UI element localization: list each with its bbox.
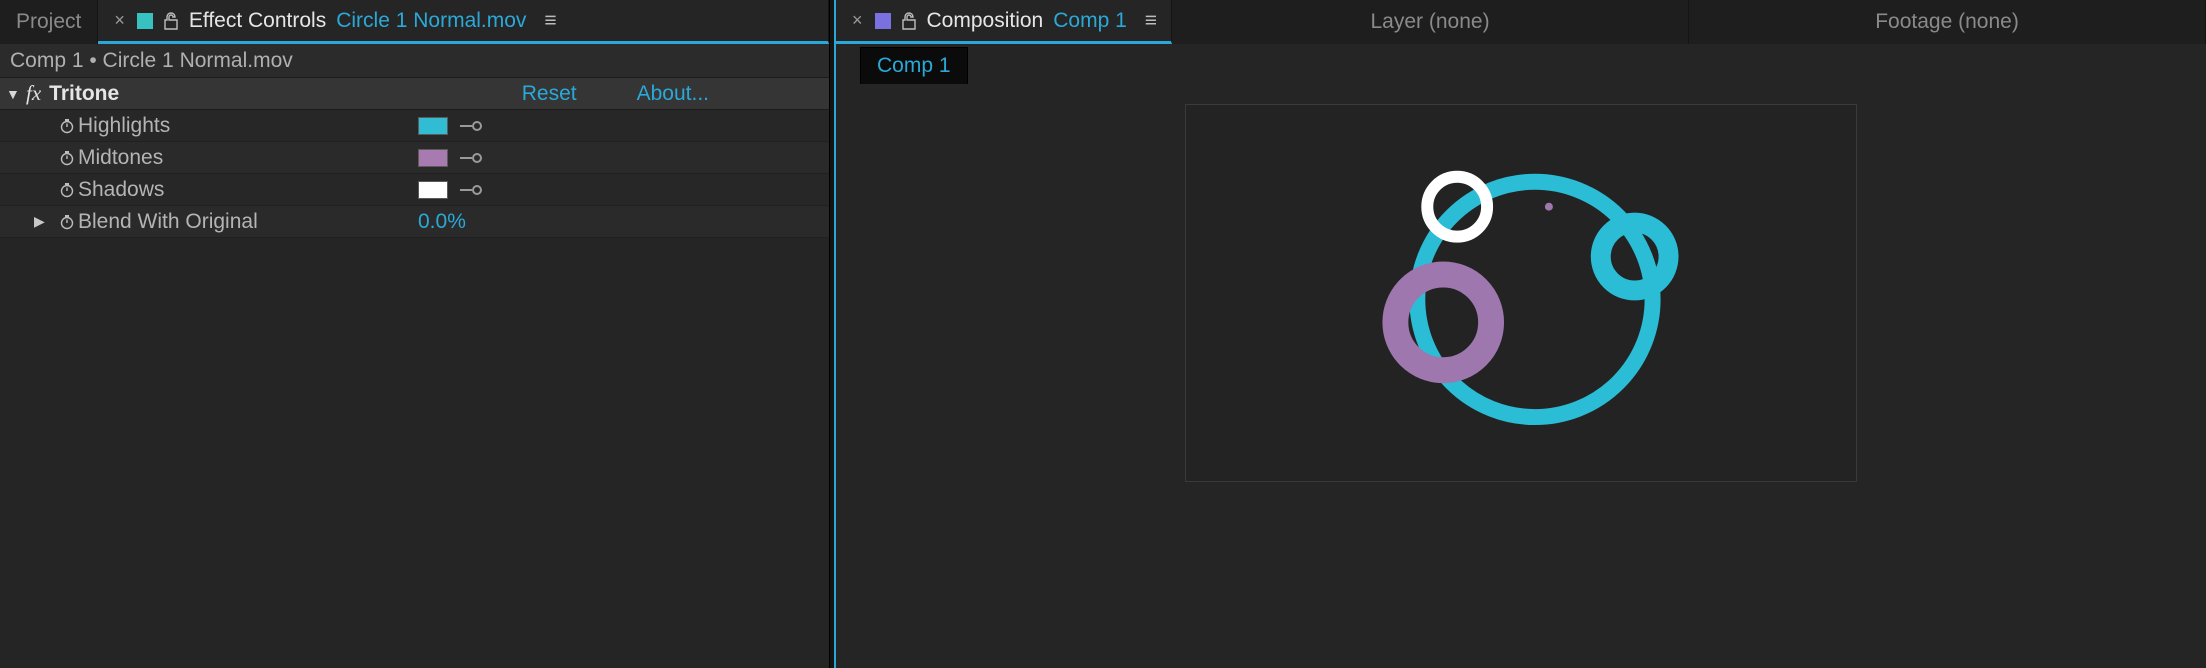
tab-footage[interactable]: Footage (none) [1689,0,2206,44]
prop-label: Midtones [78,146,418,170]
composition-artwork [1186,105,1856,482]
stopwatch-icon[interactable] [56,182,78,198]
panel-menu-icon[interactable]: ≡ [1145,9,1155,33]
unlock-icon[interactable] [163,12,179,30]
eyedropper-icon[interactable] [458,180,484,200]
prop-label: Blend With Original [78,210,418,234]
breadcrumb: Comp 1 • Circle 1 Normal.mov [0,44,829,78]
effect-name: Tritone [49,82,119,106]
disclosure-triangle-icon[interactable]: ▶ [34,213,56,230]
tab-effect-prefix: Effect Controls [189,9,326,33]
prop-midtones: Midtones [0,142,829,174]
panel-menu-icon[interactable]: ≡ [544,9,554,33]
prop-shadows: Shadows [0,174,829,206]
prop-highlights: Highlights [0,110,829,142]
close-icon[interactable]: × [852,10,863,31]
composition-canvas[interactable] [1185,104,1857,482]
tab-layer[interactable]: Layer (none) [1172,0,1689,44]
composition-panel: × Composition Comp 1 ≡ Layer (none) Foot… [834,0,2206,668]
prop-label: Shadows [78,178,418,202]
comp-flowchart-tabs: Comp 1 [836,44,2206,84]
comp-chip[interactable]: Comp 1 [860,47,968,84]
stopwatch-icon[interactable] [56,214,78,230]
stopwatch-icon[interactable] [56,118,78,134]
breadcrumb-text: Comp 1 • Circle 1 Normal.mov [10,49,293,73]
composition-viewer[interactable] [836,84,2206,668]
close-icon[interactable]: × [114,10,125,31]
layer-color-swatch [137,13,153,29]
left-tabbar: Project × Effect Controls Circle 1 Norma… [0,0,829,44]
purple-ring [1395,274,1491,370]
comp-chip-label: Comp 1 [877,54,951,77]
stopwatch-icon[interactable] [56,150,78,166]
fx-icon[interactable]: fx [26,81,41,106]
right-tabbar: × Composition Comp 1 ≡ Layer (none) Foot… [836,0,2206,44]
eyedropper-icon[interactable] [458,148,484,168]
tab-effect-controls[interactable]: × Effect Controls Circle 1 Normal.mov ≡ [98,0,829,44]
purple-dot [1545,203,1553,211]
effect-controls-panel: Project × Effect Controls Circle 1 Norma… [0,0,830,668]
eyedropper-icon[interactable] [458,116,484,136]
tab-layer-label: Layer (none) [1371,10,1490,34]
color-swatch-highlights[interactable] [418,117,448,135]
tab-footage-label: Footage (none) [1875,10,2019,34]
about-button[interactable]: About... [637,82,709,106]
tab-project[interactable]: Project [0,0,98,44]
tab-project-label: Project [16,10,81,34]
effect-controls-body [0,238,829,668]
tab-composition[interactable]: × Composition Comp 1 ≡ [836,0,1172,44]
disclosure-triangle-icon[interactable]: ▼ [6,86,24,102]
effect-header[interactable]: ▼ fx Tritone Reset About... [0,78,829,110]
prop-label: Highlights [78,114,418,138]
color-swatch-midtones[interactable] [418,149,448,167]
tab-comp-name: Comp 1 [1053,9,1127,33]
comp-color-swatch [875,13,891,29]
tab-effect-file: Circle 1 Normal.mov [336,9,526,33]
tab-comp-prefix: Composition [927,9,1044,33]
color-swatch-shadows[interactable] [418,181,448,199]
blend-value[interactable]: 0.0% [418,210,466,234]
prop-blend: ▶ Blend With Original 0.0% [0,206,829,238]
unlock-icon[interactable] [901,12,917,30]
reset-button[interactable]: Reset [522,82,577,106]
